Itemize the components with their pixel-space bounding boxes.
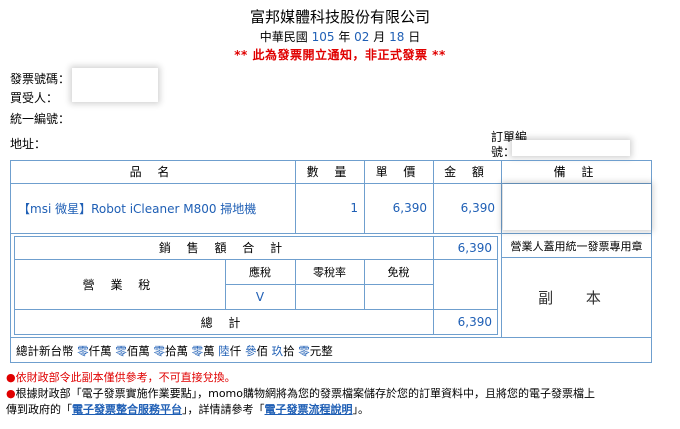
bullet-icon: ●: [6, 387, 16, 400]
footer-note-2-text: 根據財政部「電子發票實施作業要點」，momo購物網將為您的發票檔案儲存於您的訂單…: [15, 387, 595, 400]
amount-digit: 參: [244, 344, 257, 358]
date-month-unit: 月: [373, 30, 386, 44]
tax-taxable-header: 應稅: [249, 265, 271, 279]
total-label: 總 計: [200, 315, 247, 330]
date-month: 02: [354, 30, 370, 44]
date-era: 中華民國: [259, 30, 308, 44]
date-year-unit: 年: [338, 30, 351, 44]
date-day: 18: [389, 30, 405, 44]
total-value: 6,390: [457, 315, 492, 329]
tax-id-label: 統一編號：: [10, 112, 71, 126]
einvoice-process-link[interactable]: 電子發票流程說明: [265, 403, 353, 416]
invoice-date: 中華民國 105 年 02 月 18 日: [0, 28, 680, 45]
amount-digit: 零: [115, 344, 127, 358]
sales-total-label: 銷 售 額 合 計: [158, 241, 289, 255]
notice-text: ** 此為發票開立通知，非正式發票 **: [234, 48, 446, 62]
item-name: 【msi 微星】Robot iCleaner M800 掃地機: [18, 201, 257, 216]
amount-unit: 萬: [203, 344, 215, 358]
einvoice-platform-link[interactable]: 電子發票整合服務平台: [72, 403, 182, 416]
amount-digit: 陸: [218, 344, 230, 358]
col-header-amount: 金 額: [444, 165, 490, 179]
footer-note-2-cont: 傳到政府的「電子發票整合服務平台」，詳情請參考「電子發票流程說明」。: [6, 401, 676, 417]
amount-digit: 零: [298, 344, 310, 358]
amount-digit: 零: [77, 344, 89, 358]
amount-digit: 零: [191, 344, 204, 358]
company-name: 富邦媒體科技股份有限公司: [249, 8, 430, 26]
amount-unit: 元整: [309, 344, 333, 358]
address-label: 地址：: [10, 137, 47, 151]
footer-text-mid: 」，詳情請參考「: [182, 403, 265, 416]
tax-taxable-mark: V: [255, 289, 265, 304]
col-header-name: 品 名: [129, 165, 176, 179]
footer-text-post: 」。: [352, 403, 370, 416]
amount-words-prefix: 總計新台幣: [16, 344, 74, 358]
footer-note-1-text: 依財政部令此副本僅供參考，不可直接兌換。: [15, 371, 236, 384]
redacted-order-number: [512, 140, 630, 156]
col-header-price: 單 價: [375, 165, 422, 179]
amount-unit: 佰萬: [126, 344, 150, 358]
footer-note-2: ●根據財政部「電子發票實施作業要點」，momo購物網將為您的發票檔案儲存於您的訂…: [6, 385, 676, 401]
item-amount: 6,390: [460, 201, 495, 215]
date-day-unit: 日: [408, 30, 421, 44]
amount-unit: 佰: [256, 344, 268, 358]
redacted-buyer-info: [72, 68, 158, 102]
amount-digit: 零: [153, 344, 165, 358]
stamp-label: 營業人蓋用統一發票專用章: [510, 239, 643, 253]
date-year: 105: [311, 30, 335, 44]
bullet-icon: ●: [6, 371, 16, 384]
sales-total-value: 6,390: [457, 240, 492, 255]
invoice-number-label: 發票號碼：: [10, 72, 71, 86]
col-header-remark: 備 註: [553, 165, 600, 179]
col-header-qty: 數 量: [306, 165, 353, 179]
amount-unit: 仟: [229, 344, 242, 358]
amount-unit: 仟萬: [88, 344, 112, 358]
footer-text-pre: 傳到政府的「: [6, 403, 72, 416]
buyer-label: 買受人：: [10, 91, 59, 105]
amount-unit: 拾: [283, 344, 295, 358]
amount-in-words: 總計新台幣 零仟萬 零佰萬 零拾萬 零萬 陸仟 參佰 玖拾 零元整: [16, 343, 333, 359]
amount-digit: 玖: [271, 344, 284, 358]
copy-label: 副 本: [538, 288, 615, 307]
redacted-remark: [503, 184, 651, 230]
tax-exempt-header: 免稅: [387, 265, 410, 279]
tax-zero-rate-header: 零稅率: [313, 265, 346, 279]
amount-unit: 拾萬: [164, 344, 188, 358]
item-qty: 1: [350, 201, 358, 215]
item-price: 6,390: [392, 201, 427, 215]
business-tax-label: 營 業 稅: [82, 277, 157, 292]
footer-note-1: ●依財政部令此副本僅供參考，不可直接兌換。: [6, 369, 676, 385]
